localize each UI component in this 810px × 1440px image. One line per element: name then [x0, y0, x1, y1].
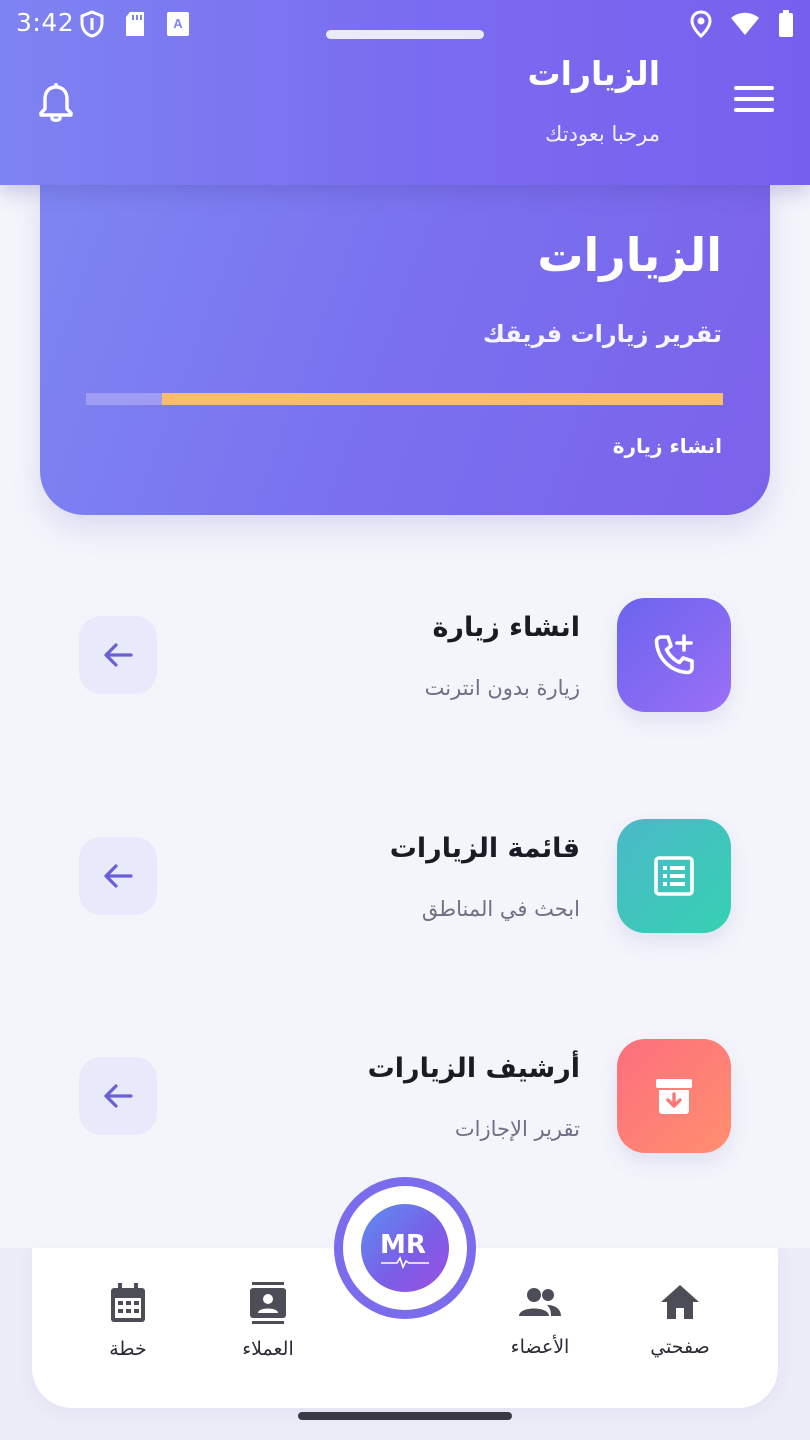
- status-time: 3:42: [16, 8, 75, 37]
- nav-label: صفحتي: [650, 1336, 710, 1358]
- archive-icon[interactable]: [617, 1039, 731, 1153]
- sd-card-icon: [124, 10, 146, 42]
- nav-label: خطة: [109, 1338, 147, 1360]
- logo-text: MR: [380, 1230, 426, 1260]
- app-header: 3:42 A الزيارات مرحبا بعودتك: [0, 0, 810, 185]
- progress-bar-fill: [162, 393, 723, 405]
- list-item-visits-archive[interactable]: أرشيف الزيارات تقرير الإجازات: [0, 1039, 810, 1159]
- list-document-icon[interactable]: [617, 819, 731, 933]
- status-right-icons: [690, 10, 794, 42]
- notch-pill: [326, 30, 484, 39]
- hamburger-menu-icon[interactable]: [734, 86, 774, 118]
- nav-label: العملاء: [242, 1338, 294, 1360]
- hero-title: الزيارات: [537, 228, 722, 282]
- group-icon: [519, 1288, 561, 1316]
- list-item-visits-list[interactable]: قائمة الزيارات ابحث في المناطق: [0, 819, 810, 939]
- nav-label: الأعضاء: [510, 1336, 570, 1358]
- arrow-left-icon[interactable]: [79, 616, 157, 694]
- hero-create-visit-link[interactable]: انشاء زيارة: [613, 434, 722, 458]
- arrow-left-icon[interactable]: [79, 1057, 157, 1135]
- add-call-icon[interactable]: [617, 598, 731, 712]
- notification-bell-icon[interactable]: [36, 82, 76, 124]
- list-item-subtitle: تقرير الإجازات: [454, 1117, 580, 1141]
- vpn-shield-icon: [80, 10, 104, 42]
- welcome-subtitle: مرحبا بعودتك: [545, 122, 660, 146]
- svg-text:A: A: [173, 16, 183, 31]
- list-item-subtitle: زيارة بدون انترنت: [424, 676, 580, 700]
- nav-item-my-page[interactable]: صفحتي: [610, 1282, 750, 1372]
- page-title: الزيارات: [527, 54, 660, 93]
- hero-subtitle: تقرير زيارات فريقك: [482, 320, 722, 348]
- list-item-subtitle: ابحث في المناطق: [421, 897, 580, 921]
- arrow-left-icon[interactable]: [79, 837, 157, 915]
- calendar-icon: [111, 1283, 145, 1322]
- status-left-icons: A: [80, 10, 190, 42]
- visits-hero-card: الزيارات تقرير زيارات فريقك انشاء زيارة: [40, 178, 770, 515]
- battery-icon: [778, 10, 794, 42]
- home-icon: [661, 1285, 699, 1319]
- contacts-icon: [250, 1282, 286, 1324]
- list-item-title: أرشيف الزيارات: [367, 1053, 580, 1084]
- list-item-title: انشاء زيارة: [432, 612, 580, 643]
- mr-logo: MR: [361, 1204, 449, 1292]
- wifi-icon: [730, 11, 760, 41]
- keyboard-a-icon: A: [166, 11, 190, 41]
- status-bar: 3:42 A: [0, 0, 810, 48]
- nav-item-clients[interactable]: العملاء: [198, 1282, 338, 1372]
- list-item-create-visit[interactable]: انشاء زيارة زيارة بدون انترنت: [0, 598, 810, 718]
- center-logo-inner: MR: [343, 1186, 467, 1310]
- list-item-title: قائمة الزيارات: [389, 833, 580, 864]
- nav-item-plan[interactable]: خطة: [58, 1282, 198, 1372]
- location-icon: [690, 10, 712, 42]
- home-indicator: [298, 1412, 512, 1420]
- nav-item-members[interactable]: الأعضاء: [470, 1282, 610, 1372]
- progress-bar: [86, 393, 723, 405]
- center-logo-button[interactable]: MR: [334, 1177, 476, 1319]
